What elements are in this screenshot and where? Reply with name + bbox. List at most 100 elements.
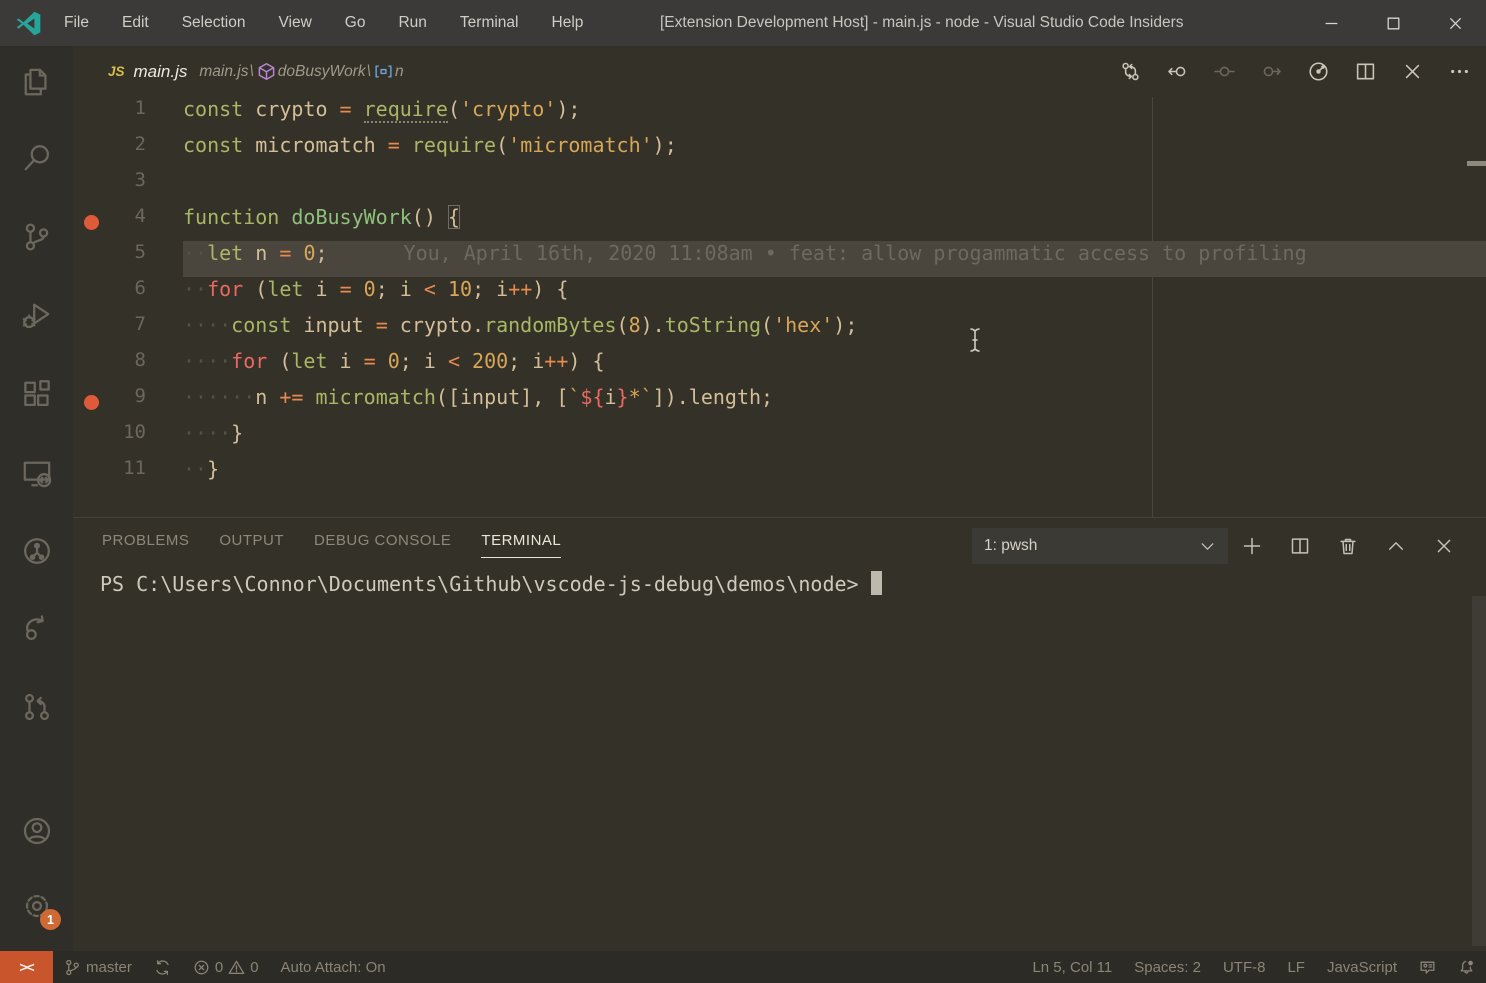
split-editor-icon[interactable]	[1348, 55, 1382, 89]
editor-tab-main-js[interactable]: main.js	[134, 62, 188, 82]
status-feedback[interactable]	[1408, 951, 1447, 983]
status-text: 0	[215, 959, 223, 976]
menu-terminal[interactable]: Terminal	[460, 14, 519, 32]
status-text: Spaces: 2	[1134, 959, 1201, 976]
status-sync[interactable]	[143, 951, 182, 983]
minimize-button[interactable]	[1300, 0, 1362, 46]
line-number: 1	[73, 97, 146, 133]
status-git-branch[interactable]: master	[53, 951, 143, 983]
status-notifications[interactable]	[1447, 951, 1486, 983]
panel-tab-debug-console[interactable]: DEBUG CONSOLE	[314, 532, 451, 558]
activity-live-share[interactable]	[0, 600, 73, 656]
activity-explorer[interactable]	[0, 54, 73, 110]
status-language-mode[interactable]: JavaScript	[1316, 951, 1408, 983]
status-text: 0	[250, 959, 258, 976]
activity-debug-profile[interactable]	[0, 523, 73, 579]
kill-terminal-icon[interactable]	[1324, 528, 1372, 564]
code-line-10[interactable]: ····}	[183, 421, 243, 457]
status-bar: >< master00Auto Attach: On Ln 5, Col 11S…	[0, 951, 1486, 983]
menu-run[interactable]: Run	[398, 14, 426, 32]
code-line-2[interactable]: const micromatch = require('micromatch')…	[183, 133, 677, 169]
code-line-5[interactable]: ··let n = 0;You, April 16th, 2020 11:08a…	[183, 241, 1307, 277]
panel-tab-terminal[interactable]: TERMINAL	[481, 532, 561, 558]
breadcrumb-main-js[interactable]: main.js	[199, 63, 248, 81]
remote-indicator[interactable]: ><	[0, 951, 53, 983]
menu-help[interactable]: Help	[552, 14, 584, 32]
status-encoding[interactable]: UTF-8	[1212, 951, 1277, 983]
bell-dot-icon	[1458, 959, 1475, 976]
close-panel-icon[interactable]	[1420, 528, 1468, 564]
panel-tab-problems[interactable]: PROBLEMS	[102, 532, 189, 558]
symbol-module-icon	[257, 62, 276, 81]
line-number: 8	[73, 349, 146, 385]
activity-source-control[interactable]	[0, 209, 73, 265]
mouse-cursor-ibeam	[967, 327, 983, 353]
code-row-10: 10····}	[73, 421, 1486, 457]
code-line-9[interactable]: ······n += micromatch([input], [`${i}*`]…	[183, 385, 773, 421]
files-icon	[22, 67, 52, 97]
git-branch-icon	[22, 222, 52, 252]
status-text: Auto Attach: On	[281, 959, 386, 976]
code-line-6[interactable]: ··for (let i = 0; i < 10; i++) {	[183, 277, 568, 313]
status-text: master	[86, 959, 132, 976]
activity-accounts[interactable]	[0, 803, 73, 859]
split-terminal-icon[interactable]	[1276, 528, 1324, 564]
debug-icon	[22, 300, 52, 330]
titlebar: FileEditSelectionViewGoRunTerminalHelp […	[0, 0, 1486, 46]
step-back-icon[interactable]	[1160, 55, 1194, 89]
settings-badge: 1	[40, 909, 61, 930]
panel-tab-output[interactable]: OUTPUT	[219, 532, 284, 558]
breadcrumb-dobusywork[interactable]: doBusyWork	[278, 63, 366, 81]
status-auto-attach[interactable]: Auto Attach: On	[270, 951, 397, 983]
code-line-11[interactable]: ··}	[183, 457, 219, 493]
maximize-panel-icon[interactable]	[1372, 528, 1420, 564]
line-number: 3	[73, 169, 146, 205]
activity-extensions[interactable]	[0, 366, 73, 422]
status-problems[interactable]: 00	[182, 951, 270, 983]
close-window-button[interactable]	[1424, 0, 1486, 46]
activity-run-and-debug[interactable]	[0, 287, 73, 343]
menu-edit[interactable]: Edit	[122, 14, 149, 32]
terminal-cursor	[871, 571, 882, 595]
editor-actions	[1113, 46, 1476, 97]
activity-remote-explorer[interactable]	[0, 445, 73, 501]
menu-selection[interactable]: Selection	[182, 14, 246, 32]
code-line-7[interactable]: ····const input = crypto.randomBytes(8).…	[183, 313, 857, 349]
code-row-6: 6··for (let i = 0; i < 10; i++) {	[73, 277, 1486, 313]
activity-github-pull-requests[interactable]	[0, 679, 73, 735]
menubar: File Edit Selection View Go Run Terminal Help	[64, 14, 583, 32]
breadcrumb-n[interactable]: n	[395, 63, 404, 81]
breadcrumb-separator: \	[249, 63, 253, 81]
bottom-panel: PROBLEMS OUTPUT DEBUG CONSOLE TERMINAL 1: p…	[73, 517, 1486, 951]
error-icon	[193, 959, 210, 976]
menu-go[interactable]: Go	[345, 14, 366, 32]
terminal-scrollbar[interactable]	[1472, 596, 1486, 946]
live-share-icon	[22, 613, 52, 643]
continue-forward-icon	[1254, 55, 1288, 89]
new-terminal-icon[interactable]	[1228, 528, 1276, 564]
code-line-8[interactable]: ····for (let i = 0; i < 200; i++) {	[183, 349, 605, 385]
maximize-button[interactable]	[1362, 0, 1424, 46]
status-eol[interactable]: LF	[1276, 951, 1316, 983]
menu-view[interactable]: View	[278, 14, 311, 32]
code-row-9: 9······n += micromatch([input], [`${i}*`…	[73, 385, 1486, 421]
code-row-3: 3	[73, 169, 1486, 205]
terminal-picker-dropdown[interactable]: 1: pwsh	[972, 528, 1228, 564]
status-indentation[interactable]: Spaces: 2	[1123, 951, 1212, 983]
terminal-prompt-line[interactable]: PS C:\Users\Connor\Documents\Github\vsco…	[100, 571, 882, 596]
compare-changes-icon[interactable]	[1113, 55, 1147, 89]
breadcrumb-separator: \	[367, 63, 371, 81]
code-row-5: 5··let n = 0;You, April 16th, 2020 11:08…	[73, 241, 1486, 277]
more-actions-icon[interactable]	[1442, 55, 1476, 89]
menu-file[interactable]: File	[64, 14, 89, 32]
activity-settings[interactable]: 1	[0, 878, 73, 934]
status-cursor-position[interactable]: Ln 5, Col 11	[1021, 951, 1123, 983]
activity-search[interactable]	[0, 130, 73, 186]
code-line-4[interactable]: function doBusyWork() {	[183, 205, 460, 241]
code-row-8: 8 ····for (let i = 0; i < 200; i++) {	[73, 349, 1486, 385]
code-line-1[interactable]: const crypto = require('crypto');	[183, 97, 580, 133]
take-performance-profile-icon[interactable]	[1301, 55, 1335, 89]
line-number: 11	[73, 457, 146, 493]
code-editor[interactable]: 1const crypto = require('crypto');2const…	[73, 97, 1486, 517]
close-editor-icon[interactable]	[1395, 55, 1429, 89]
